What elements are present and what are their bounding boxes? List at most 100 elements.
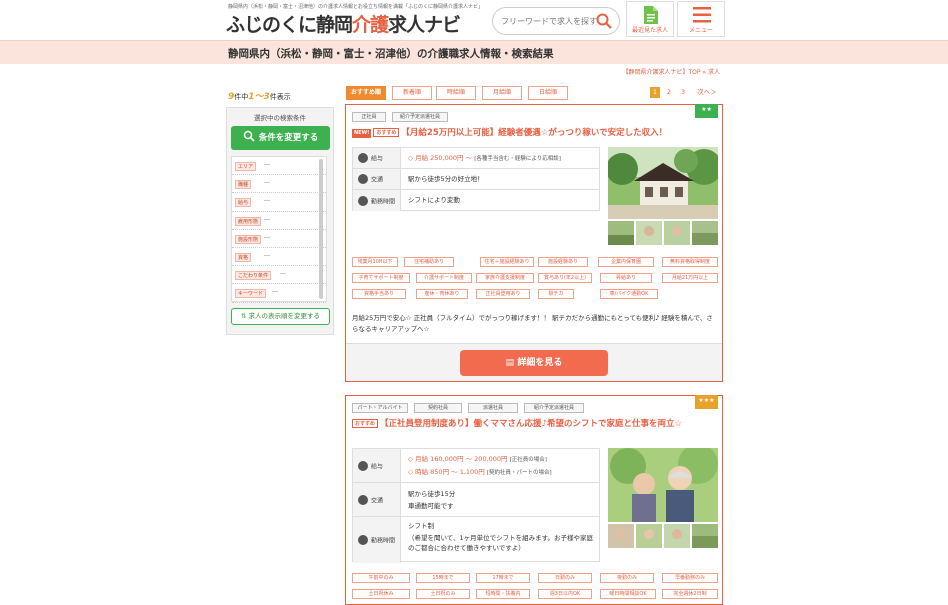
change-sort-label: 求人の表示順を変更する: [248, 312, 321, 320]
hours-line-2: （希望を聞いて、1ヶ月単位でシフトを組みます。お子様や家庭のご都合に合わせて働き…: [408, 534, 593, 552]
perk-tag: 土日祝のみ: [416, 589, 470, 599]
tab-newest[interactable]: 新着順: [392, 86, 432, 100]
condition-scrollbar[interactable]: [319, 159, 323, 299]
page-1[interactable]: 1: [650, 87, 660, 98]
salary-prefix: ◇: [408, 468, 413, 476]
thumbnail-photo-2[interactable]: [636, 221, 662, 245]
job-card: ★★ 正社員 紹介予定派遣社員 NEW! おすすめ 【月給25万円以上可能】経験者優…: [345, 104, 723, 382]
seniors-photo[interactable]: [608, 448, 718, 522]
access-label: 交通: [371, 176, 384, 184]
thumbnail-photo-3[interactable]: [664, 524, 690, 548]
tab-monthly[interactable]: 月給順: [482, 86, 522, 100]
perk-tag: 土日祝休み: [352, 589, 410, 599]
search-input[interactable]: [501, 13, 597, 29]
condition-area: エリア ---: [232, 157, 326, 176]
condition-key: 施設形態: [235, 234, 262, 244]
access-line-1: 駅から徒歩15分: [408, 490, 456, 498]
tab-recommended[interactable]: おすすめ順: [346, 86, 386, 100]
recommended-badge: おすすめ: [352, 419, 379, 428]
breadcrumb[interactable]: 【静岡県介護求人ナビ】TOP » 求人: [623, 67, 721, 76]
clock-icon: [358, 535, 368, 545]
condition-value: ---: [264, 252, 270, 259]
access-label-cell: 交通: [353, 169, 401, 189]
new-badge: NEW!: [352, 129, 372, 138]
recent-jobs-label: 最近見た求人: [631, 27, 668, 34]
condition-key: 給与: [235, 198, 252, 208]
page-3[interactable]: 3: [678, 87, 688, 98]
site-tagline: 静岡県内（浜松・静岡・富士・沼津他）の介護求人情報とお役立ち情報を満載「ふじのく…: [228, 4, 484, 10]
rating-stars: ★★: [695, 104, 718, 118]
salary-line-2: ◇ 時給 850円 〜 1,100円 [契約社員・パートの場合]: [408, 467, 552, 478]
employment-tag: 正社員: [352, 112, 386, 122]
salary-amount: 250,000円 〜: [430, 154, 473, 162]
salary-head: 月給: [415, 455, 429, 463]
job-description: 月給25万円で安心☆ 正社員（フルタイム）でがっつり稼げます！！ 駅チカだから通…: [352, 314, 713, 333]
access-line-2: 車通勤可能です: [408, 502, 454, 510]
condition-value: ---: [264, 180, 270, 187]
site-logo[interactable]: ふじのくに静岡介護求人ナビ: [226, 10, 461, 37]
salary-prefix: ◇: [408, 154, 413, 162]
change-conditions-button[interactable]: 条件を変更する: [231, 126, 330, 150]
train-icon: [358, 494, 368, 505]
salary-value: ◇ 月給 250,000円 〜 [各種手当含む・経験により応相談]: [408, 153, 561, 164]
job-title[interactable]: NEW! おすすめ 【月給25万円以上可能】経験者優遇☆がっつり稼いで安定した収入！: [352, 127, 712, 140]
perk-tag: 完全週休2日制: [662, 589, 718, 599]
condition-value: ---: [264, 216, 270, 223]
perk-tag: 家族介護支援制度: [476, 273, 534, 283]
salary-value: ◇ 月給 160,000円 〜 200,000円 [正社員の場合] ◇ 時給 8…: [408, 454, 552, 478]
perk-tag: 駅チカ: [538, 289, 574, 299]
menu-button[interactable]: メニュー: [677, 1, 725, 37]
recent-jobs-button[interactable]: 最近見た求人: [626, 1, 674, 37]
condition-value: ---: [280, 271, 286, 278]
condition-keyword: キーワード ---: [232, 284, 326, 303]
perk-tag: 週3日以内OK: [538, 589, 592, 599]
condition-key: 資格: [235, 252, 252, 262]
perk-tag: 17時まで: [476, 573, 530, 583]
change-conditions-label: 条件を変更する: [258, 133, 319, 143]
thumbnail-photo-1[interactable]: [608, 221, 634, 245]
tab-daily[interactable]: 日給順: [528, 86, 568, 100]
change-sort-button[interactable]: ⇅ 求人の表示順を変更する: [231, 308, 330, 325]
condition-value: ---: [264, 162, 270, 168]
page-title-bar: 静岡県内（浜松・静岡・富士・沼津他）の介護職求人情報・検索結果: [0, 40, 948, 64]
job-title-text: 【正社員登用制度あり】働くママさん応援♪希望のシフトで家庭と仕事を両立☆: [380, 419, 683, 429]
thumbnail-photo-4[interactable]: [692, 524, 718, 548]
perk-tag: 日勤のみ: [538, 573, 592, 583]
search-icon[interactable]: [595, 12, 613, 30]
perk-tag: 残業月10H以下: [352, 257, 398, 267]
employment-tag: 紹介予定派遣社員: [392, 112, 448, 122]
employment-tag: パート・アルバイト: [352, 403, 408, 413]
hours-row: 勤務時間 シフトにより変動: [353, 190, 599, 211]
condition-value: ---: [272, 289, 278, 296]
yen-icon: [358, 460, 368, 471]
next-page-link[interactable]: 次へ＞: [694, 87, 720, 98]
access-label-cell: 交通: [353, 483, 401, 516]
condition-facility: 施設形態 ---: [232, 230, 326, 248]
perk-tag: 賞与あり(年2以上): [538, 273, 592, 283]
facility-building-photo[interactable]: [608, 147, 718, 219]
tab-hourly[interactable]: 時給順: [436, 86, 476, 100]
condition-key: 職種: [235, 180, 252, 190]
thumbnail-photo-1[interactable]: [608, 524, 634, 548]
perk-tags: 午前中のみ 15時まで 17時まで 日勤のみ 夜勤のみ 早番勤務のみ 土日祝休み…: [352, 573, 718, 601]
perk-tags: 残業月10H以下 住宅補助あり 住宅＋施設経験あり 施設経験あり 企業内保育園 …: [352, 257, 718, 303]
job-title[interactable]: おすすめ 【正社員登用制度あり】働くママさん応援♪希望のシフトで家庭と仕事を両立☆: [352, 418, 712, 431]
thumbnail-photo-2[interactable]: [636, 524, 662, 548]
access-value: 駅から徒歩15分 車通勤可能です: [408, 489, 455, 511]
hours-label-cell: 勤務時間: [353, 190, 401, 211]
salary-prefix: ◇: [408, 455, 413, 463]
logo-text-pre: ふじのくに静岡: [226, 14, 353, 36]
thumbnail-photo-4[interactable]: [692, 221, 718, 245]
logo-text-accent: 介護: [352, 14, 389, 36]
page-2[interactable]: 2: [664, 87, 674, 98]
hours-label: 勤務時間: [371, 198, 396, 205]
condition-value: ---: [264, 198, 270, 205]
clock-icon: [358, 195, 368, 206]
view-details-label: 詳細を見る: [517, 358, 563, 368]
refresh-search-icon: [243, 130, 255, 142]
salary-row: 給与 ◇ 月給 250,000円 〜 [各種手当含む・経験により応相談]: [353, 148, 599, 169]
thumbnail-photo-3[interactable]: [664, 221, 690, 245]
view-details-button[interactable]: ▤ 詳細を見る: [460, 350, 608, 376]
condition-salary: 給与 ---: [232, 193, 326, 212]
hours-value: シフト制 （希望を聞いて、1ヶ月単位でシフトを組みます。お子様や家庭のご都合に合わ…: [408, 521, 598, 553]
